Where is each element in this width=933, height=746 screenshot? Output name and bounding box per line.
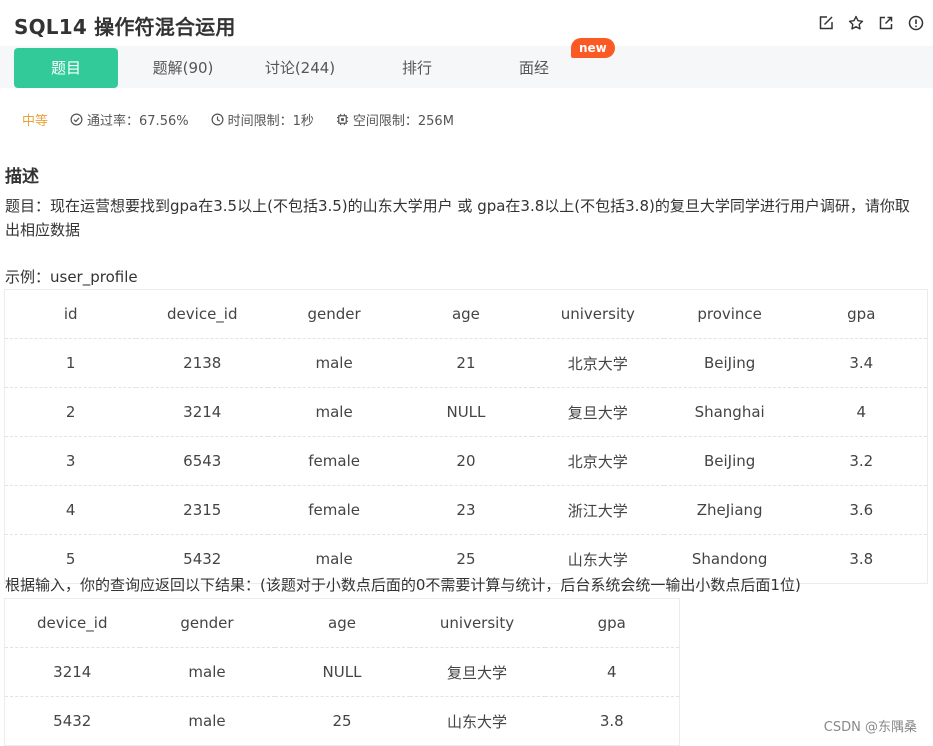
table-cell: 3.8 (795, 534, 928, 584)
table-cell: male (268, 338, 401, 388)
table-cell: 21 (400, 338, 532, 388)
table-cell: 2 (4, 387, 137, 437)
table-cell: ZheJiang (663, 485, 796, 535)
table-header-cell: province (663, 289, 796, 339)
table-cell: 复旦大学 (531, 387, 664, 437)
report-icon[interactable] (907, 14, 925, 32)
table-cell: BeiJing (663, 436, 796, 486)
table-row: 3 6543 female 20 北京大学 BeiJing 3.2 (4, 436, 928, 486)
problem-meta: 中等 通过率：67.56% 时间限制：1秒 空间限制：256M (22, 110, 476, 129)
table-cell: 3 (4, 436, 137, 486)
description-heading: 描述 (5, 167, 39, 187)
table-cell: 4 (544, 647, 680, 697)
table-cell: 山东大学 (409, 696, 545, 746)
table-cell: female (268, 436, 401, 486)
star-icon[interactable] (847, 14, 865, 32)
table-cell: 浙江大学 (531, 485, 664, 535)
table-cell: Shanghai (663, 387, 796, 437)
table-header-row: device_id gender age university gpa (4, 598, 680, 648)
table-cell: BeiJing (663, 338, 796, 388)
time-limit-text: 时间限制：1秒 (227, 114, 314, 129)
chip-icon (336, 113, 348, 126)
tab-ranking[interactable]: 排行 (365, 48, 469, 88)
table-cell: 4 (4, 485, 137, 535)
table-row: 3214 male NULL 复旦大学 4 (4, 647, 680, 697)
table-cell: 北京大学 (531, 436, 664, 486)
tab-problem[interactable]: 题目 (14, 48, 118, 88)
table-header-cell: age (274, 598, 410, 648)
table-cell: 复旦大学 (409, 647, 545, 697)
table-row: 1 2138 male 21 北京大学 BeiJing 3.4 (4, 338, 928, 388)
table-cell: 3.4 (795, 338, 928, 388)
pass-rate: 通过率：67.56% (70, 110, 189, 129)
table-cell: 5432 (4, 696, 140, 746)
table-cell: 2138 (136, 338, 269, 388)
table-cell: male (268, 387, 401, 437)
edit-icon[interactable] (817, 14, 835, 32)
table-cell: 3.2 (795, 436, 928, 486)
table-cell: male (139, 647, 275, 697)
table-row: 5432 male 25 山东大学 3.8 (4, 696, 680, 746)
table-cell: 3214 (4, 647, 140, 697)
table-cell: 23 (400, 485, 532, 535)
table-cell: 3.8 (544, 696, 680, 746)
example-table: id device_id gender age university provi… (4, 289, 928, 584)
table-cell: 2315 (136, 485, 269, 535)
table-header-cell: id (4, 289, 137, 339)
table-cell: 3.6 (795, 485, 928, 535)
watermark: CSDN @东隅桑 (823, 720, 917, 735)
share-icon[interactable] (877, 14, 895, 32)
table-cell: NULL (400, 387, 532, 437)
table-header-cell: gpa (544, 598, 680, 648)
difficulty-label: 中等 (22, 114, 49, 129)
table-cell: 1 (4, 338, 137, 388)
page-title: SQL14 操作符混合运用 (14, 15, 236, 39)
table-cell: 3214 (136, 387, 269, 437)
pass-rate-text: 通过率：67.56% (87, 114, 189, 129)
table-cell: female (268, 485, 401, 535)
example-label: 示例：user_profile (5, 268, 138, 286)
space-limit: 空间限制：256M (336, 110, 454, 129)
tab-solutions[interactable]: 题解(90) (131, 48, 235, 88)
time-limit: 时间限制：1秒 (211, 110, 314, 129)
space-limit-text: 空间限制：256M (352, 114, 454, 129)
table-cell: 北京大学 (531, 338, 664, 388)
table-cell: 6543 (136, 436, 269, 486)
table-row: 4 2315 female 23 浙江大学 ZheJiang 3.6 (4, 485, 928, 535)
result-table: device_id gender age university gpa 3214… (4, 598, 680, 746)
table-cell: 25 (274, 696, 410, 746)
result-label: 根据输入，你的查询应返回以下结果：(该题对于小数点后面的0不需要计算与统计，后台… (5, 576, 801, 594)
description-text: 题目：现在运营想要找到gpa在3.5以上(不包括3.5)的山东大学用户 或 gp… (5, 197, 910, 239)
header-actions (817, 14, 925, 32)
clock-icon (211, 113, 224, 126)
table-cell: male (139, 696, 275, 746)
new-badge: new (571, 38, 615, 58)
table-header-cell: gender (139, 598, 275, 648)
table-header-cell: university (531, 289, 664, 339)
tab-discussion[interactable]: 讨论(244) (248, 48, 352, 88)
check-circle-icon (70, 113, 83, 126)
table-header-row: id device_id gender age university provi… (4, 289, 928, 339)
table-cell: 20 (400, 436, 532, 486)
table-header-cell: device_id (4, 598, 140, 648)
table-row: 2 3214 male NULL 复旦大学 Shanghai 4 (4, 387, 928, 437)
table-header-cell: university (409, 598, 545, 648)
table-cell: 4 (795, 387, 928, 437)
tab-bar: 题目 题解(90) 讨论(244) 排行 面经 (0, 46, 933, 88)
table-header-cell: gpa (795, 289, 928, 339)
table-header-cell: device_id (136, 289, 269, 339)
table-header-cell: age (400, 289, 532, 339)
table-cell: NULL (274, 647, 410, 697)
table-header-cell: gender (268, 289, 401, 339)
